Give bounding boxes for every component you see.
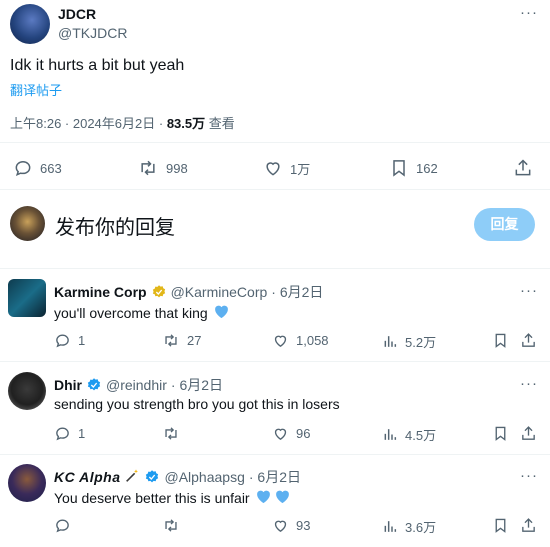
reply-submit-button[interactable]: 回复 [474,208,535,241]
like-count: 96 [296,426,311,441]
verified-icon [86,377,102,393]
reply-author-name[interactable]: Karmine Corp [54,284,147,300]
views-count: 3.6万 [405,520,437,535]
retweet-button[interactable] [162,425,187,442]
retweet-count: 27 [187,333,202,348]
reply-author-name[interactable]: KC Alpha [54,469,120,485]
more-icon[interactable]: ··· [520,375,538,392]
reply-icon [54,332,71,349]
retweet-icon [137,158,159,178]
views-count: 5.2万 [405,335,437,350]
post-text: Idk it hurts a bit but yeah [10,57,185,74]
reply-button[interactable]: 663 [13,158,62,178]
retweet-icon [162,425,180,442]
reply-avatar[interactable] [8,464,46,502]
views-count: 83.5万 [166,116,206,131]
reply-date[interactable]: · 6月2日 [171,375,223,395]
reply-date[interactable]: · 6月2日 [271,282,323,302]
reply-count: 1 [78,426,86,441]
reply-author-name[interactable]: Dhir [54,377,82,393]
views-icon [382,518,398,535]
like-count: 1,058 [296,333,329,348]
bookmark-icon[interactable] [492,332,509,349]
author-avatar[interactable] [10,4,50,44]
reply-text-content: You deserve better this is unfair [54,489,250,506]
share-icon[interactable] [520,517,537,534]
blue-heart-emoji [274,488,291,507]
reply-icon [54,517,71,534]
reply-header: Dhir @reindhir · 6月2日 [54,375,223,395]
reply-button[interactable]: 1 [54,425,85,442]
blue-heart-emoji [213,303,230,322]
bookmark-button[interactable]: 162 [389,158,438,178]
retweet-button[interactable]: 27 [162,332,201,349]
views-button[interactable]: 5.2万 [382,332,436,351]
like-button[interactable]: 93 [272,517,310,534]
author-handle[interactable]: @TKJDCR [58,25,127,41]
retweet-button[interactable]: 998 [137,158,188,178]
reply-text: sending you strength bro you got this in… [54,396,340,412]
views-button[interactable]: 3.6万 [382,517,436,536]
views-label: 查看 [208,116,235,131]
reply-icon [54,425,71,442]
reply-author-handle[interactable]: @Alphaapsg [164,469,244,485]
wand-emoji [124,468,140,487]
reply-count: 1 [78,333,86,348]
like-button[interactable]: 1,058 [272,332,329,349]
share-icon[interactable] [520,332,537,349]
reply-author-handle[interactable]: @reindhir [106,377,167,393]
share-icon[interactable] [513,158,533,178]
author-name[interactable]: JDCR [58,6,96,22]
reply-count: 663 [40,160,62,176]
current-user-avatar[interactable] [10,206,45,241]
views-button[interactable]: 4.5万 [382,425,436,444]
views-icon [382,426,398,443]
reply-icon [13,158,33,178]
more-icon[interactable]: ··· [520,467,538,484]
retweet-count: 998 [166,160,188,176]
bookmark-icon[interactable] [492,517,509,534]
bookmark-count: 162 [416,160,438,176]
retweet-icon [162,332,180,349]
retweet-button[interactable] [162,517,187,534]
like-count: 1万 [290,161,311,177]
blue-heart-emoji [255,488,272,507]
reply-button[interactable] [54,517,78,534]
like-icon [272,517,289,534]
share-icon[interactable] [520,425,537,442]
reply-avatar[interactable] [8,279,46,317]
post-meta: 上午8:26 · 2024年6月2日 · 83.5万 查看 [10,113,235,132]
bookmark-icon[interactable] [492,425,509,442]
more-icon[interactable]: ··· [520,4,538,21]
views-count: 4.5万 [405,428,437,443]
bookmark-icon [389,158,409,178]
reply-text: You deserve better this is unfair [54,488,291,507]
reply-input[interactable]: 发布你的回复 [55,211,175,240]
reply-author-handle[interactable]: @KarmineCorp [171,284,268,300]
reply-header: Karmine Corp @KarmineCorp · 6月2日 [54,282,323,302]
translate-post-link[interactable]: 翻译帖子 [10,80,62,99]
like-count: 93 [296,518,311,533]
like-icon [272,425,289,442]
views-icon [382,333,398,350]
verified-icon [144,469,160,485]
like-button[interactable]: 1万 [263,158,310,178]
reply-button[interactable]: 1 [54,332,85,349]
reply-text-content: you'll overcome that king [54,304,208,321]
more-icon[interactable]: ··· [520,282,538,299]
reply-header: KC Alpha @Alphaapsg · 6月2日 [54,467,301,487]
post-time[interactable]: 上午8:26 · 2024年6月2日 · [10,116,163,131]
retweet-icon [162,517,180,534]
reply-date[interactable]: · 6月2日 [249,467,301,487]
reply-text: you'll overcome that king [54,303,230,322]
like-icon [263,158,283,178]
gold-verified-icon [151,284,167,300]
like-icon [272,332,289,349]
like-button[interactable]: 96 [272,425,310,442]
reply-avatar[interactable] [8,372,46,410]
